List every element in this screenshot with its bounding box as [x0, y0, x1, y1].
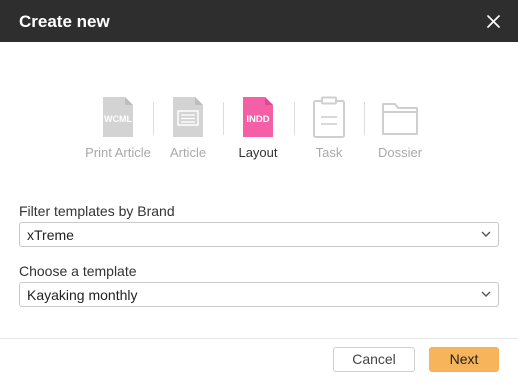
brand-filter-label: Filter templates by Brand — [19, 203, 175, 219]
indd-file-icon: INDD — [243, 97, 273, 137]
article-file-icon — [173, 97, 203, 137]
type-dossier[interactable]: Dossier — [364, 96, 436, 166]
close-icon[interactable] — [485, 13, 502, 30]
dialog-header: Create new — [0, 0, 518, 42]
chevron-down-icon — [481, 231, 491, 237]
chevron-down-icon — [481, 291, 491, 297]
cancel-button[interactable]: Cancel — [333, 347, 415, 372]
template-label: Choose a template — [19, 263, 137, 279]
wcml-badge: WCML — [104, 114, 132, 124]
brand-filter-select[interactable]: xTreme — [19, 222, 499, 247]
indd-badge: INDD — [246, 114, 269, 125]
template-select[interactable]: Kayaking monthly — [19, 282, 499, 307]
folder-icon — [382, 103, 418, 135]
brand-filter-value: xTreme — [27, 227, 74, 243]
wcml-file-icon: WCML — [103, 97, 133, 137]
item-type-selector: WCML Print Article Article INDD Layout T… — [0, 96, 518, 166]
clipboard-icon — [313, 96, 345, 138]
next-button[interactable]: Next — [429, 347, 499, 372]
template-value: Kayaking monthly — [27, 287, 138, 303]
dialog-title: Create new — [19, 12, 110, 31]
type-label-dossier: Dossier — [377, 145, 423, 160]
footer-divider — [0, 338, 518, 339]
